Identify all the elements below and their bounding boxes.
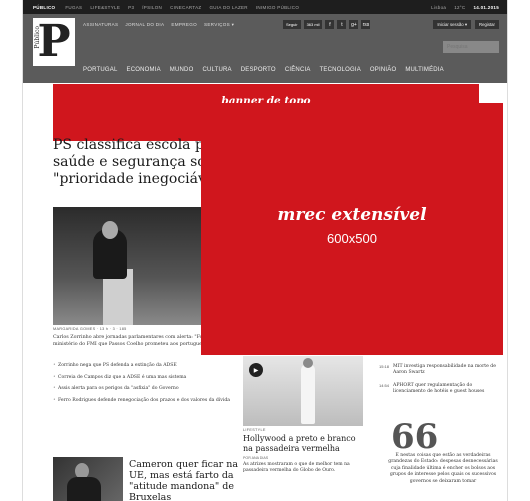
subnav-assinaturas[interactable]: ASSINATURAS xyxy=(83,22,118,28)
related-link[interactable]: Zorrinho nega que PS defenda a extinção … xyxy=(53,363,253,370)
topbar-link-lifestyle[interactable]: LIFE&STYLE xyxy=(90,5,120,10)
topbar-link-ipsilon[interactable]: ÍPSILON xyxy=(142,5,162,10)
related-links: Zorrinho nega que PS defenda a extinção … xyxy=(53,363,253,409)
play-icon[interactable]: ▶ xyxy=(249,363,263,377)
nav-mundo[interactable]: MUNDO xyxy=(170,67,194,73)
news-time: 15:18 xyxy=(379,364,390,369)
related-link[interactable]: Assis alerta para os perigos da "asfixia… xyxy=(53,386,253,393)
date-label: 14.01.2015 xyxy=(473,4,499,10)
topbar-right: Lisboa 12°C 14.01.2015 xyxy=(431,5,499,10)
topbar-link-guia-lazer[interactable]: GUIA DO LAZER xyxy=(209,5,247,10)
news-text: MIT investiga responsabilidade na morte … xyxy=(393,364,496,376)
nav-economia[interactable]: ECONOMIA xyxy=(127,67,161,73)
lifestyle-headline[interactable]: Hollywood a preto e branco na passadeira… xyxy=(243,434,363,453)
related-link[interactable]: Ferro Rodrigues defende renegociação dos… xyxy=(53,398,253,405)
top-bar: PÚBLICO FUGAS LIFE&STYLE P3 ÍPSILON CINE… xyxy=(23,0,507,14)
latest-news-item[interactable]: 15:18 MIT investiga responsabilidade na … xyxy=(379,364,503,377)
mrec-ad[interactable]: mrec extensível 600x500 xyxy=(201,103,503,355)
main-byline: MARGARIDA GOMES · 13 h · 3 · 185 xyxy=(53,327,127,331)
google-plus-icon[interactable]: g+ xyxy=(349,20,359,29)
latest-news-item[interactable]: 14:54 APHORT quer regulamentação do lice… xyxy=(379,383,503,396)
subnav-servicos[interactable]: SERVIÇOS ▾ xyxy=(204,22,234,28)
topbar-link-p3[interactable]: P3 xyxy=(128,5,134,10)
main-navigation: PORTUGAL ECONOMIA MUNDO CULTURA DESPORTO… xyxy=(83,67,444,73)
nav-ciencia[interactable]: CIÊNCIA xyxy=(285,67,311,73)
facebook-icon[interactable]: f xyxy=(325,20,335,29)
lifestyle-photo[interactable]: ▶ xyxy=(243,356,363,426)
rss-icon[interactable]: rss xyxy=(361,20,371,29)
second-article-photo[interactable] xyxy=(53,457,123,501)
nav-desporto[interactable]: DESPORTO xyxy=(241,67,276,73)
follower-count: 363 mil xyxy=(303,20,323,29)
second-headline[interactable]: Cameron quer ficar na UE, mas está farto… xyxy=(129,459,239,501)
follow-button[interactable]: Seguir xyxy=(283,20,301,29)
lifestyle-byline: POR ANA DIAS xyxy=(243,456,269,460)
dress-figure-shape xyxy=(301,364,315,424)
register-button[interactable]: Registar xyxy=(474,20,499,29)
logo-letter: P xyxy=(37,16,71,67)
person-body-shape xyxy=(67,477,101,501)
location-label: Lisboa xyxy=(431,4,447,10)
login-button[interactable]: Iniciar sessão ▾ xyxy=(433,20,471,29)
lifestyle-kicker: LIFESTYLE xyxy=(243,428,266,432)
logo-word: Público xyxy=(34,26,41,49)
mrec-size: 600x500 xyxy=(327,231,377,246)
mrec-title: mrec extensível xyxy=(277,205,427,225)
news-text: APHORT quer regulamentação do licenciame… xyxy=(393,382,485,395)
weather-label: 12°C xyxy=(454,4,466,10)
latest-news-list: 15:18 MIT investiga responsabilidade na … xyxy=(379,364,503,402)
speaker-head-shape xyxy=(102,221,118,239)
nav-cultura[interactable]: CULTURA xyxy=(202,67,231,73)
related-link[interactable]: Correia de Campos diz que a ADSE é uma m… xyxy=(53,375,253,382)
publico-logo[interactable]: Público P xyxy=(33,18,75,66)
quote-icon: 66 xyxy=(391,417,439,457)
nav-portugal[interactable]: PORTUGAL xyxy=(83,67,118,73)
sub-navigation: ASSINATURAS JORNAL DO DIA EMPREGO SERVIÇ… xyxy=(83,22,234,28)
brand-link[interactable]: PÚBLICO xyxy=(33,5,55,10)
auth-buttons: Iniciar sessão ▾ Registar xyxy=(433,20,499,29)
topbar-link-fugas[interactable]: FUGAS xyxy=(65,5,82,10)
topbar-link-inimigo-publico[interactable]: INIMIGO PÚBLICO xyxy=(256,5,299,10)
search-input[interactable] xyxy=(443,41,499,53)
news-time: 14:54 xyxy=(379,382,390,388)
topbar-link-cinecartaz[interactable]: CINECARTAZ xyxy=(170,5,201,10)
opinion-quote[interactable]: E nestas coisas que estão as verdadeiras… xyxy=(383,453,503,485)
site-header: Público P ASSINATURAS JORNAL DO DIA EMPR… xyxy=(23,14,507,83)
subnav-emprego[interactable]: EMPREGO xyxy=(171,22,197,28)
nav-multimedia[interactable]: MULTIMÉDIA xyxy=(405,67,444,73)
nav-opiniao[interactable]: OPINIÃO xyxy=(370,67,396,73)
social-bar: Seguir 363 mil f t g+ rss xyxy=(283,20,371,29)
page-frame: PÚBLICO FUGAS LIFE&STYLE P3 ÍPSILON CINE… xyxy=(22,0,508,501)
figure-head-shape xyxy=(303,358,313,368)
nav-tecnologia[interactable]: TECNOLOGIA xyxy=(320,67,361,73)
subnav-jornal-do-dia[interactable]: JORNAL DO DIA xyxy=(125,22,164,28)
lifestyle-lead: As atrizes mostraram o que de melhor tem… xyxy=(243,462,350,474)
twitter-icon[interactable]: t xyxy=(337,20,347,29)
